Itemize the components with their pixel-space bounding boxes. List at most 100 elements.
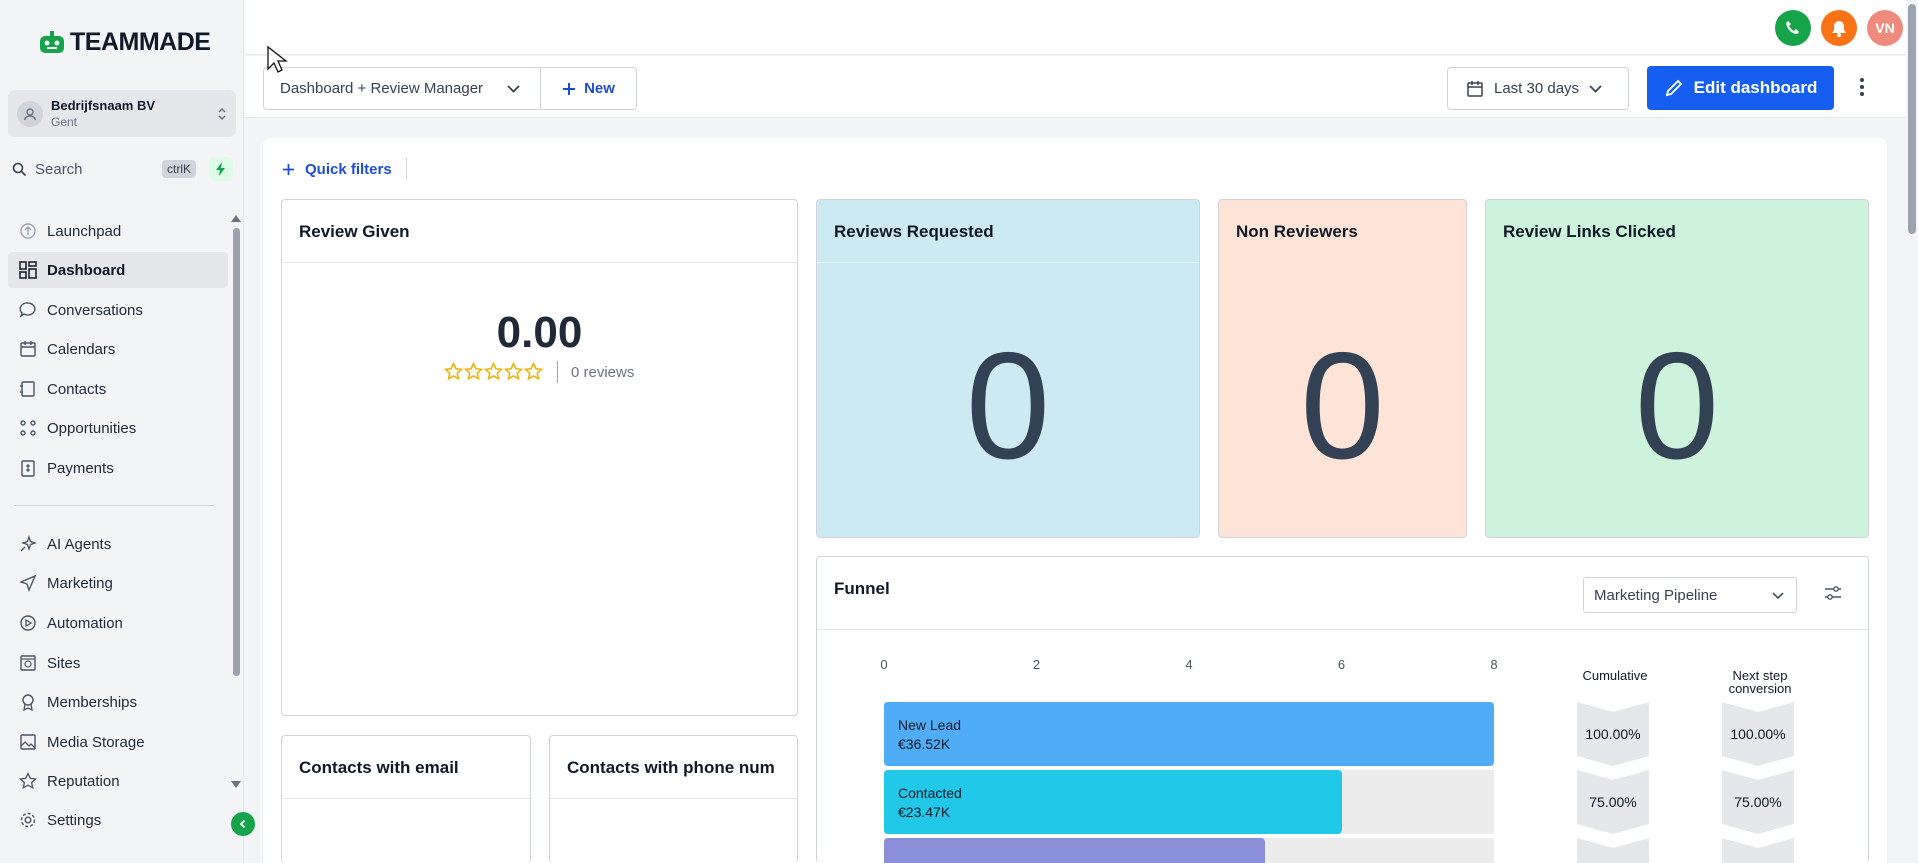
widget-value: 0 — [965, 321, 1051, 491]
sidebar-scroll-up[interactable] — [231, 215, 241, 222]
sidebar-item-reputation[interactable]: Reputation — [8, 763, 228, 799]
x-axis-tick: 4 — [1185, 657, 1193, 672]
average-rating: 0.00 — [496, 308, 583, 357]
sidebar-item-dashboard[interactable]: Dashboard — [8, 252, 228, 288]
sidebar-item-label: Sites — [47, 654, 81, 672]
widget-header-divider — [282, 798, 530, 799]
rating-separator — [557, 361, 558, 383]
payments-icon — [18, 458, 38, 478]
sidebar-item-label: Conversations — [47, 301, 143, 319]
widget-title: Contacts with email — [299, 758, 459, 777]
review-links-clicked-widget[interactable]: Review Links Clicked 0 — [1485, 199, 1869, 538]
quick-action-button[interactable] — [209, 157, 233, 181]
sidebar-item-opportunities[interactable]: Opportunities — [8, 410, 228, 446]
widget-value: 0 — [1300, 321, 1385, 491]
sidebar-item-label: Launchpad — [47, 222, 122, 240]
sidebar-item-label: Media Storage — [47, 733, 145, 751]
funnel-widget[interactable]: Funnel Marketing Pipeline Cumulative Nex… — [816, 556, 1869, 863]
plus-icon — [283, 163, 294, 175]
sidebar-item-calendars[interactable]: Calendars — [8, 331, 228, 367]
notifications-button[interactable] — [1821, 10, 1857, 46]
filter-settings-icon[interactable] — [1824, 585, 1842, 601]
sidebar-scroll-down[interactable] — [231, 781, 241, 788]
sidebar-divider — [14, 505, 214, 506]
page-scrollbar[interactable] — [1906, 0, 1918, 863]
send-icon — [18, 573, 38, 593]
automation-icon — [18, 613, 38, 633]
funnel-bar[interactable] — [884, 838, 1266, 863]
widget-header-divider — [282, 262, 797, 263]
chat-icon — [18, 300, 38, 320]
sidebar-item-label: Settings — [47, 811, 102, 829]
funnel-stage-amount: €23.47K — [898, 804, 951, 820]
contacts-with-email-widget[interactable]: Contacts with email — [281, 735, 531, 863]
next-step-cell: 75.00% — [1722, 770, 1794, 834]
sidebar: TEAMMADE Bedrijfsnaam BV Gent Search ctr… — [0, 0, 255, 863]
sidebar-item-conversations[interactable]: Conversations — [8, 292, 228, 328]
search-shortcut: ctrlK — [162, 160, 196, 178]
chevron-updown-icon — [218, 107, 226, 120]
review-given-widget[interactable]: Review Given 0.00 0 reviews — [281, 199, 798, 716]
user-avatar[interactable]: VN — [1867, 10, 1903, 46]
sidebar-item-label: Dashboard — [47, 261, 126, 279]
sidebar-scrollbar[interactable] — [233, 228, 240, 676]
star-outline-icon — [504, 362, 523, 381]
search-placeholder: Search — [35, 160, 83, 178]
sidebar-item-marketing[interactable]: Marketing — [8, 565, 228, 601]
robot-logo-icon — [40, 30, 64, 53]
next-step-header-line2: conversion — [1728, 681, 1792, 696]
more-options-icon[interactable] — [1860, 78, 1864, 96]
opportunities-icon — [18, 418, 38, 438]
sidebar-item-ai-agents[interactable]: AI Agents — [8, 526, 228, 562]
collapse-sidebar-button[interactable] — [231, 812, 255, 836]
quick-filters-button[interactable]: Quick filters — [282, 158, 407, 180]
date-range-select[interactable]: Last 30 days — [1447, 67, 1629, 110]
brand-logo[interactable]: TEAMMADE — [38, 28, 211, 57]
user-icon — [23, 107, 37, 120]
sidebar-item-media-storage[interactable]: Media Storage — [8, 724, 228, 760]
next-step-header: Next step conversion — [1722, 669, 1798, 695]
star-outline-icon — [484, 362, 503, 381]
bell-icon — [1832, 20, 1846, 37]
funnel-bar[interactable]: New Lead €36.52K — [884, 702, 1494, 766]
sidebar-item-contacts[interactable]: Contacts — [8, 371, 228, 407]
badge-icon — [18, 692, 38, 712]
new-dashboard-button[interactable]: New — [540, 67, 637, 110]
review-count: 0 reviews — [571, 364, 635, 381]
account-city: Gent — [51, 115, 78, 129]
rating-stars — [444, 362, 543, 381]
sidebar-item-launchpad[interactable]: Launchpad — [8, 213, 228, 249]
funnel-bar[interactable]: Contacted €23.47K — [884, 770, 1342, 834]
sidebar-item-label: AI Agents — [47, 535, 112, 553]
pipeline-select[interactable]: Marketing Pipeline — [1583, 577, 1797, 613]
page-scrollbar-thumb[interactable] — [1908, 4, 1916, 234]
next-step-cell: 100.00% — [1722, 702, 1794, 766]
funnel-stage-name: New Lead — [898, 717, 962, 733]
widget-title: Reviews Requested — [834, 222, 994, 241]
search-input[interactable]: Search ctrlK — [12, 156, 196, 182]
dashboard-select[interactable]: Dashboard + Review Manager — [263, 67, 541, 110]
sidebar-item-automation[interactable]: Automation — [8, 605, 228, 641]
sidebar-item-settings[interactable]: Settings — [8, 802, 228, 838]
funnel-stage-amount: €36.52K — [898, 736, 951, 752]
reviews-requested-widget[interactable]: Reviews Requested 0 — [816, 199, 1200, 538]
sidebar-item-label: Automation — [47, 614, 123, 632]
lightning-icon — [216, 162, 225, 176]
edit-dashboard-button[interactable]: Edit dashboard — [1647, 66, 1834, 110]
widget-header-divider — [817, 262, 1199, 263]
cumulative-cell: 100.00% — [1577, 702, 1649, 766]
x-axis-tick: 6 — [1337, 657, 1346, 672]
cumulative-header: Cumulative — [1582, 668, 1648, 683]
account-name: Bedrijfsnaam BV — [51, 98, 156, 113]
contacts-with-phone-widget[interactable]: Contacts with phone num — [549, 735, 798, 863]
sidebar-item-memberships[interactable]: Memberships — [8, 684, 228, 720]
phone-button[interactable] — [1775, 10, 1811, 46]
sidebar-item-payments[interactable]: Payments — [8, 450, 228, 486]
sidebar-item-sites[interactable]: Sites — [8, 645, 228, 681]
funnel-stage-name: Contacted — [898, 785, 962, 801]
quick-filters-label: Quick filters — [305, 160, 392, 178]
account-switcher[interactable]: Bedrijfsnaam BV Gent — [8, 90, 236, 137]
calendar-icon — [18, 339, 38, 359]
widget-header-divider — [817, 629, 1868, 630]
non-reviewers-widget[interactable]: Non Reviewers 0 — [1218, 199, 1467, 538]
